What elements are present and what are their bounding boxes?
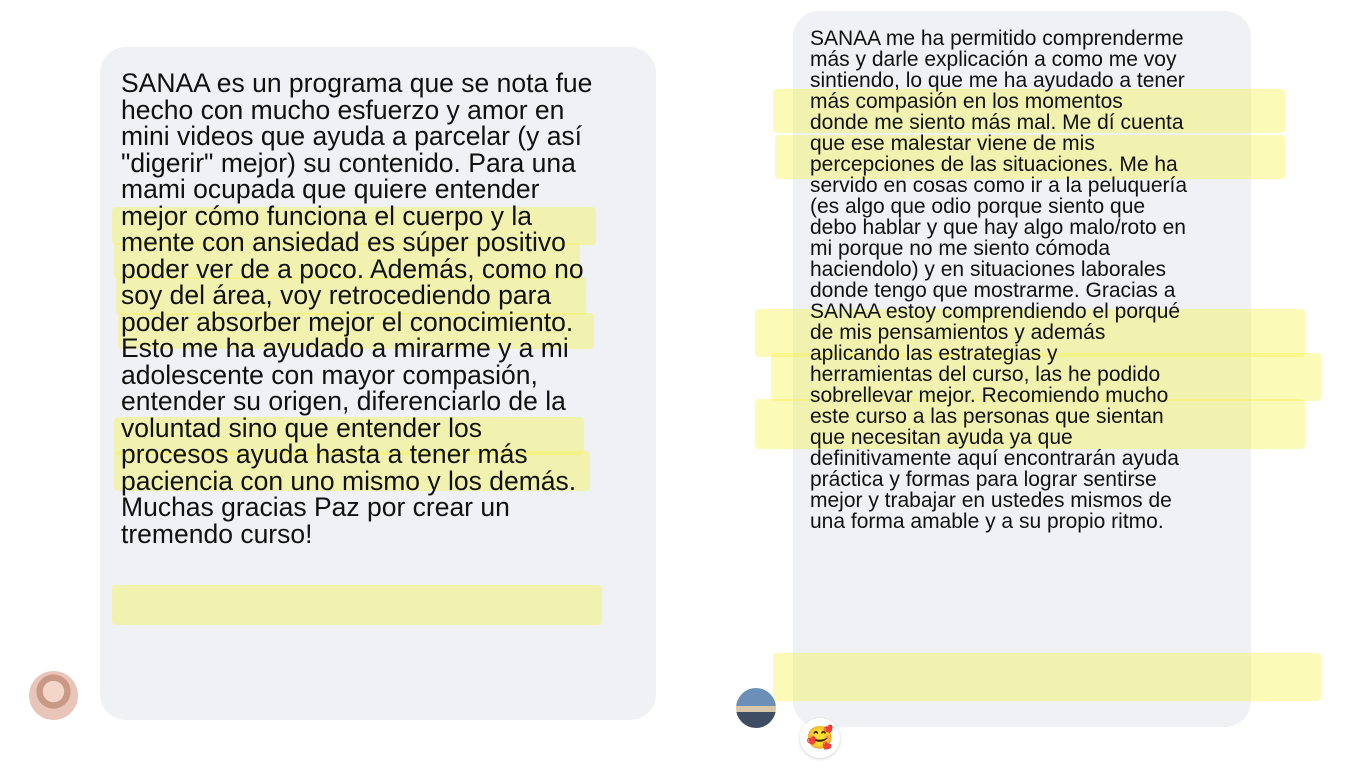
message-bubble-right[interactable]: SANAA me ha permitido comprenderme más y… xyxy=(755,11,1321,727)
message-line: práctica y formas para lograr sentirse xyxy=(810,468,1157,491)
message-line: más compasión en los momentos xyxy=(810,90,1123,113)
message-line: mejor y trabajar en ustedes mismos de xyxy=(810,489,1172,512)
message-line: este curso a las personas que sientan xyxy=(810,405,1164,428)
message-line: sobrellevar mejor. Recomiendo mucho xyxy=(810,384,1169,407)
message-line: donde me siento más mal. Me dí cuenta xyxy=(810,111,1184,134)
sender-avatar[interactable] xyxy=(29,671,78,720)
message-line: servido en cosas como ir a la peluquería xyxy=(810,174,1188,197)
message-line: percepciones de las situaciones. Me ha xyxy=(810,153,1178,176)
message-line: paciencia con uno mismo y los demás. xyxy=(121,465,577,496)
message-line: SANAA es un programa que se nota fue xyxy=(121,68,593,98)
message-line: aplicando las estrategias y xyxy=(810,342,1058,365)
message-line: donde tengo que mostrarme. Gracias a xyxy=(810,279,1176,302)
smiling-face-with-hearts-icon: 🥰 xyxy=(806,725,834,750)
message-bubble-left[interactable]: SANAA es un programa que se nota fue hec… xyxy=(100,47,656,720)
message-line: Esto me ha ayudado a mirarme y a mi xyxy=(121,333,569,363)
message-line: adolescente con mayor compasión, xyxy=(121,359,538,390)
message-line: debo hablar y que hay algo malo/roto en xyxy=(810,216,1186,239)
message-line: mini videos que ayuda a parcelar (y así xyxy=(121,121,583,151)
message-line: entender su origen, diferenciarlo de la xyxy=(121,386,566,416)
message-line: poder absorber mejor el conocimiento. xyxy=(121,306,574,337)
message-line: más y darle explicación a como me voy xyxy=(810,48,1177,71)
message-line: procesos ayuda hasta a tener más xyxy=(121,439,528,469)
reaction-badge[interactable]: 🥰 xyxy=(800,718,840,758)
message-line: que necesitan ayuda ya que xyxy=(810,426,1073,449)
message-line: poder ver de a poco. Además, como no xyxy=(121,253,584,284)
message-line: sintiendo, lo que me ha ayudado a tener xyxy=(810,69,1185,92)
message-line: definitivamente aquí encontrarán ayuda xyxy=(810,447,1179,470)
message-line: SANAA me ha permitido comprenderme xyxy=(810,27,1184,50)
message-line: herramientas del curso, las he podido xyxy=(810,363,1161,386)
highlight-mark xyxy=(773,653,1321,701)
message-text: SANAA es un programa que se nota fue hec… xyxy=(121,66,656,549)
message-line: de mis pensamientos y además xyxy=(810,321,1106,344)
message-line: haciendolo) y en situaciones laborales xyxy=(810,258,1167,281)
highlight-mark xyxy=(112,585,602,625)
message-line: una forma amable y a su propio ritmo. xyxy=(810,510,1164,533)
message-line: "digerir" mejor) su contenido. Para una xyxy=(121,147,576,178)
message-line: mente con ansiedad es súper positivo xyxy=(121,227,566,257)
message-line: voluntad sino que entender los xyxy=(121,412,482,443)
message-line: SANAA estoy comprendiendo el porqué xyxy=(810,300,1181,323)
message-line: que ese malestar viene de mis xyxy=(810,132,1095,155)
sender-avatar[interactable] xyxy=(736,688,776,728)
message-text: SANAA me ha permitido comprenderme más y… xyxy=(810,25,1251,533)
message-line: mejor cómo funciona el cuerpo y la xyxy=(121,200,532,231)
